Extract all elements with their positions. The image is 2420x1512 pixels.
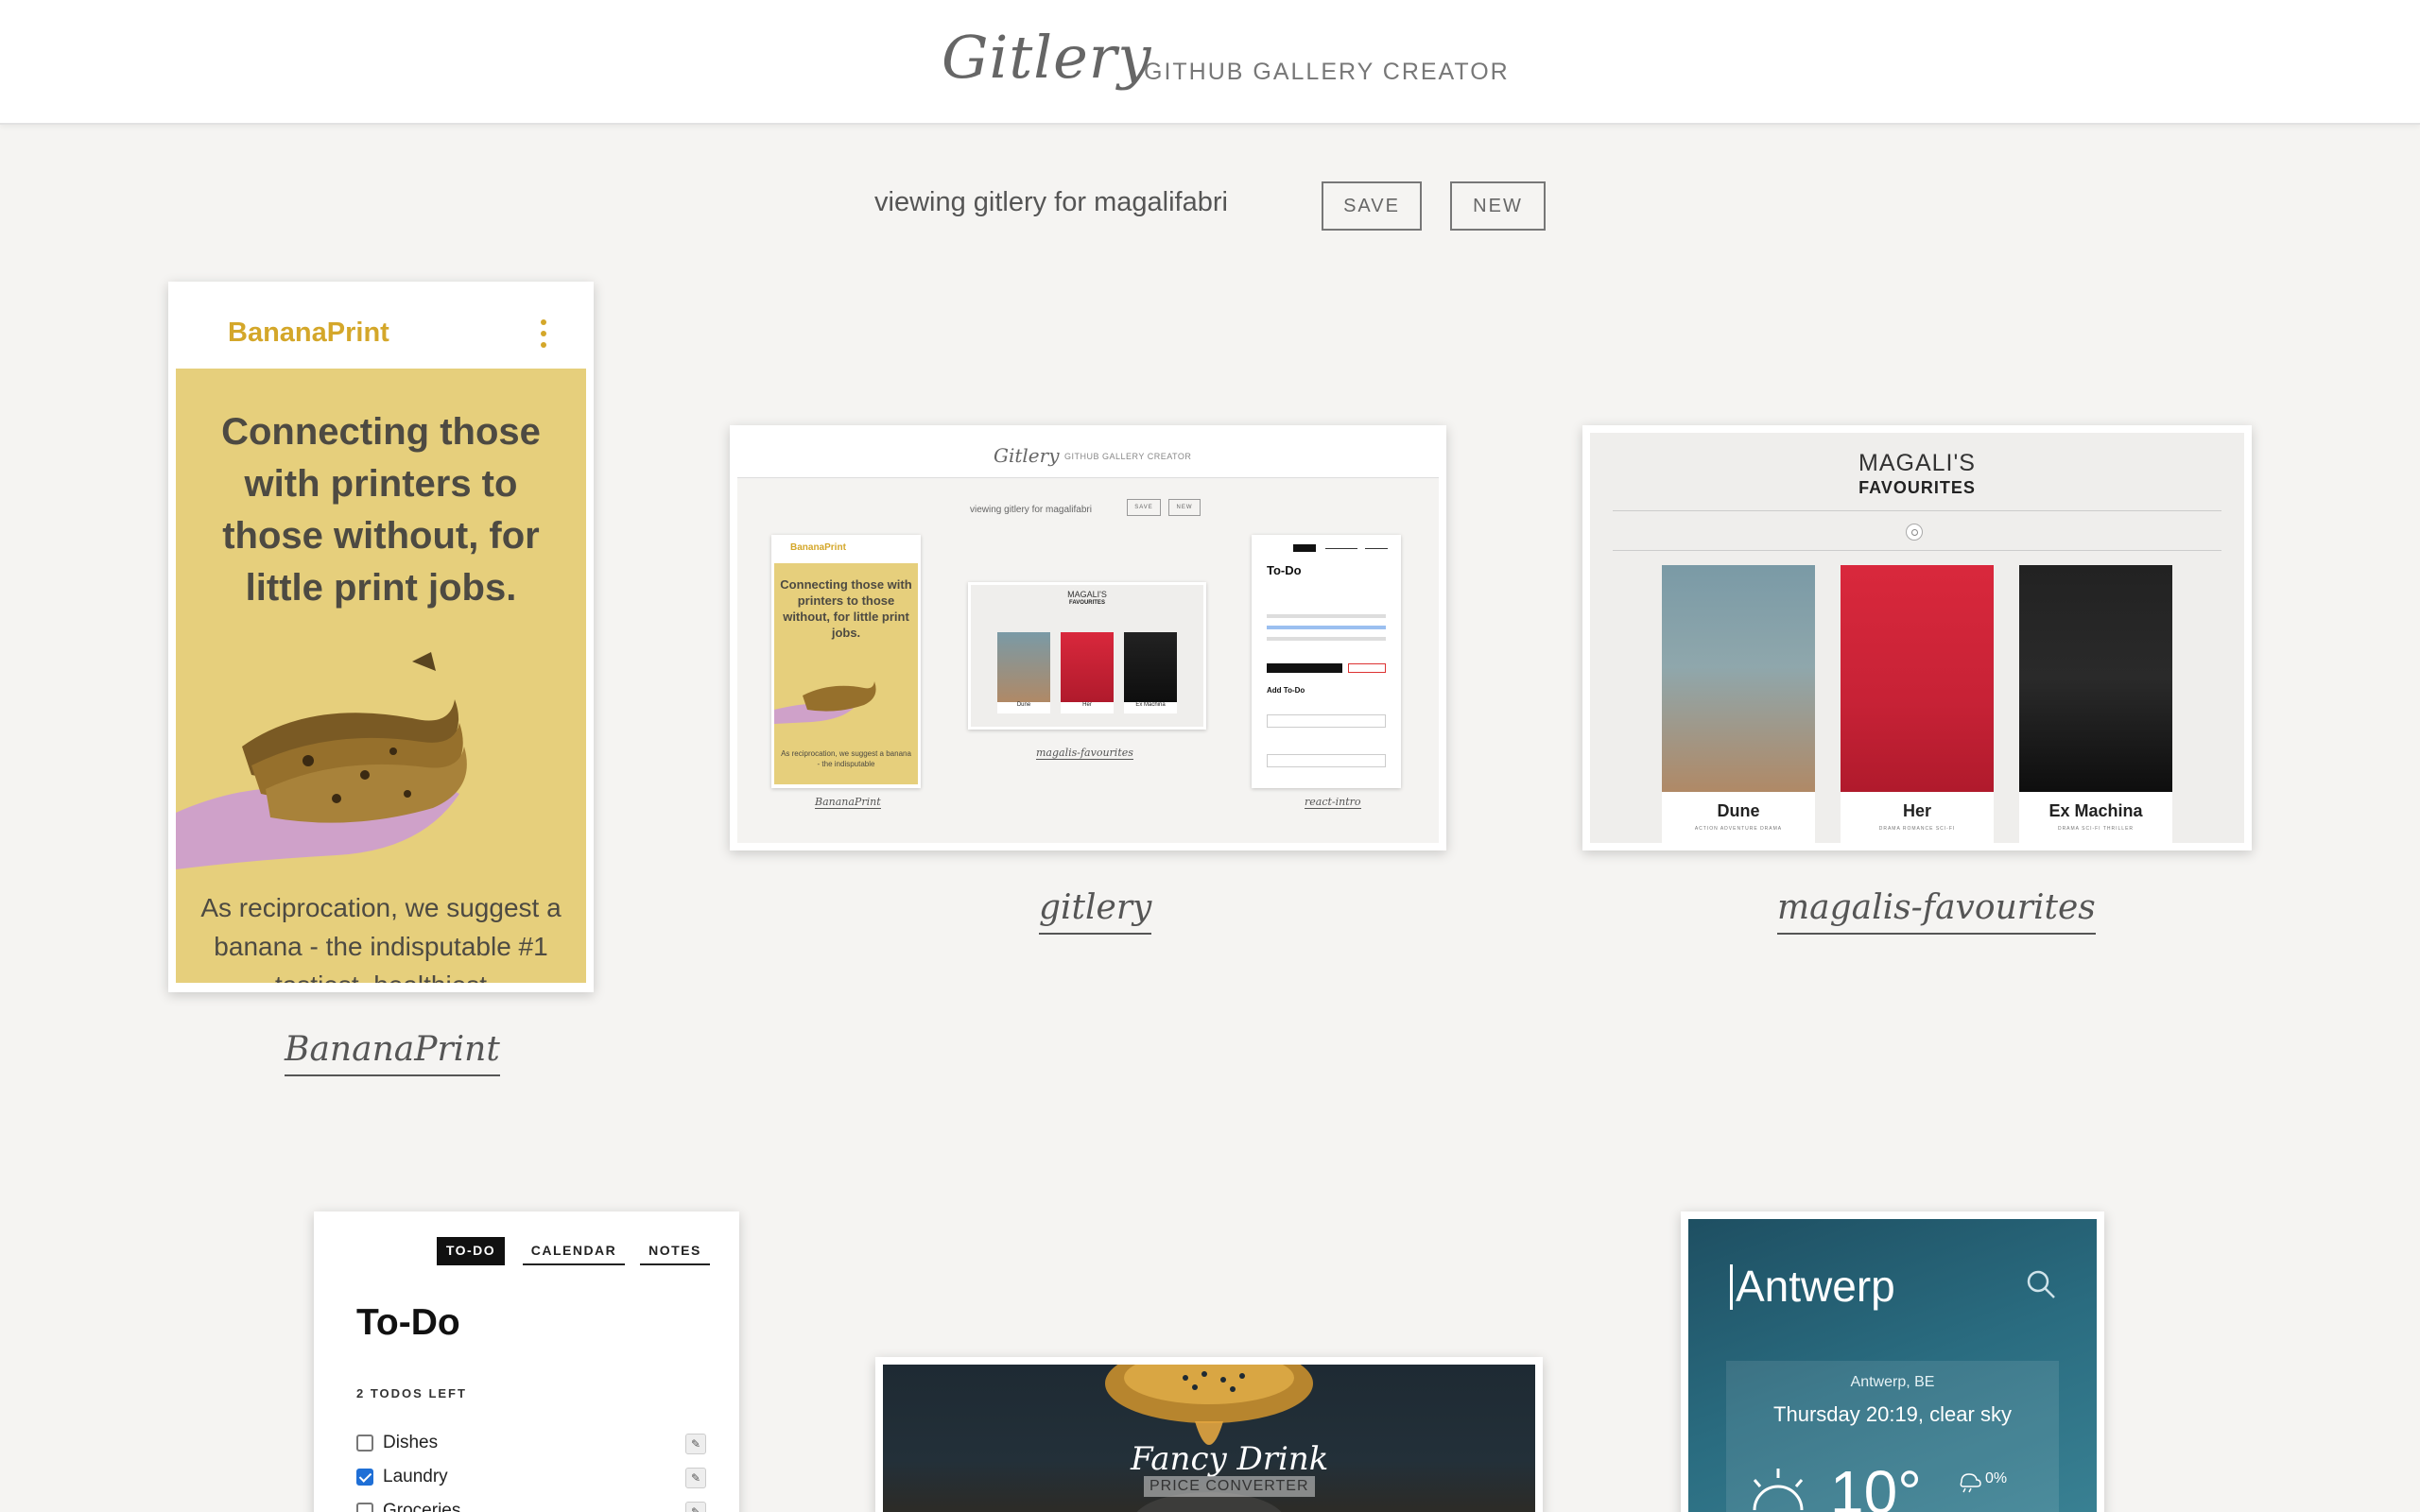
todo-item: Groceries ✎ xyxy=(356,1499,706,1512)
gallery-item-weather[interactable]: Antwerp Antwerp, BE Thursday 20:19, clea… xyxy=(1681,1211,2104,1512)
banana-hand-image xyxy=(176,652,467,869)
gitlery-mini-tagline: GITHUB GALLERY CREATOR xyxy=(1064,452,1192,461)
film-card-ex-machina: Ex Machina DRAMA SCI-FI THRILLER xyxy=(2019,565,2172,843)
gitlery-mini-caption-react-intro: react-intro xyxy=(1305,796,1361,809)
weather-panel: Antwerp, BE Thursday 20:19, clear sky 10… xyxy=(1726,1361,2059,1512)
fancy-drink-preview: Fancy Drink PRICE CONVERTER xyxy=(883,1365,1535,1512)
pencil-icon: ✎ xyxy=(685,1434,706,1454)
film-genres: DRAMA ROMANCE SCI-FI xyxy=(1878,826,1956,832)
bananaprint-body-text: As reciprocation, we suggest a banana - … xyxy=(200,893,562,983)
gitlery-mini-film: Dune xyxy=(1016,702,1031,708)
todo-checkbox xyxy=(356,1435,373,1452)
gitlery-mini-film: Her xyxy=(1082,702,1092,708)
new-button[interactable]: NEW xyxy=(1450,181,1546,231)
todo-item: Laundry ✎ xyxy=(356,1465,706,1493)
gitlery-mini-caption-bananaprint: BananaPrint xyxy=(815,796,881,809)
weather-temperature: 10° xyxy=(1830,1458,1922,1512)
pencil-icon: ✎ xyxy=(685,1468,706,1488)
todo-item-label: Groceries xyxy=(383,1501,461,1512)
gitlery-mini-bp-headline: Connecting those with printers to those … xyxy=(780,577,912,640)
gitlery-mini-bp-hero: Connecting those with printers to those … xyxy=(774,563,918,784)
favourites-preview: MAGALI'S FAVOURITES Dune ACTION ADVENTUR… xyxy=(1590,433,2244,843)
gallery-item-magalis-favourites[interactable]: MAGALI'S FAVOURITES Dune ACTION ADVENTUR… xyxy=(1582,425,2252,850)
gitlery-mini-mf-title1: MAGALI'S xyxy=(1067,590,1107,599)
search-icon xyxy=(1906,524,1923,541)
text-cursor xyxy=(1730,1264,1733,1310)
kebab-menu-icon xyxy=(541,319,546,348)
caption-gitlery[interactable]: gitlery xyxy=(1039,888,1152,935)
todo-item-label: Laundry xyxy=(383,1467,448,1486)
todo-count: 2 TODOS LEFT xyxy=(356,1386,467,1400)
gitlery-mini-save: SAVE xyxy=(1127,499,1161,516)
film-poster-ex-machina xyxy=(2019,565,2172,792)
film-poster-dune xyxy=(1662,565,1815,792)
film-title: Ex Machina xyxy=(2048,801,2143,820)
gallery-item-react-intro[interactable]: TO-DO CALENDAR NOTES To-Do 2 TODOS LEFT … xyxy=(314,1211,739,1512)
todo-title: To-Do xyxy=(356,1302,460,1343)
favourites-title: MAGALI'S xyxy=(1858,450,1976,476)
viewing-label: viewing gitlery for magalifabri xyxy=(874,187,1228,217)
gitlery-mini-new: NEW xyxy=(1168,499,1201,516)
gallery-item-gitlery[interactable]: Gitlery GITHUB GALLERY CREATOR viewing g… xyxy=(730,425,1446,850)
tab-notes: NOTES xyxy=(640,1237,710,1265)
gitlery-mini-todo: To-Do Add To-Do xyxy=(1252,535,1401,788)
film-title: Her xyxy=(1902,801,1931,820)
gallery-item-fancy-drink[interactable]: Fancy Drink PRICE CONVERTER xyxy=(875,1357,1543,1512)
save-button[interactable]: SAVE xyxy=(1322,181,1422,231)
divider xyxy=(1613,550,2221,551)
weather-city: Antwerp xyxy=(1736,1262,1895,1311)
film-poster-her xyxy=(1841,565,1994,792)
gitlery-mini-film: Ex Machina xyxy=(1135,702,1166,708)
app-header: Gitlery GITHUB GALLERY CREATOR xyxy=(0,0,2420,125)
caption-bananaprint[interactable]: BananaPrint xyxy=(285,1030,500,1076)
gallery-item-bananaprint[interactable]: BananaPrint Connecting those with printe… xyxy=(168,282,594,992)
divider xyxy=(1613,510,2221,511)
gitlery-mini-bp-name: BananaPrint xyxy=(790,542,846,553)
weather-preview: Antwerp Antwerp, BE Thursday 20:19, clea… xyxy=(1688,1219,2097,1512)
gitlery-mini-bp-body: As reciprocation, we suggest a banana - … xyxy=(781,749,911,768)
gitlery-mini-header: Gitlery GITHUB GALLERY CREATOR xyxy=(737,433,1439,478)
gitlery-mini-brand: Gitlery xyxy=(994,444,1060,467)
bananaprint-hero: Connecting those with printers to those … xyxy=(176,369,586,983)
gitlery-mini-caption-favourites: magalis-favourites xyxy=(1036,747,1133,760)
weather-location: Antwerp, BE xyxy=(1850,1374,1935,1390)
gitlery-preview: Gitlery GITHUB GALLERY CREATOR viewing g… xyxy=(737,433,1439,843)
bananaprint-headline: Connecting those with printers to those … xyxy=(221,411,541,609)
weather-precipitation: 0% xyxy=(1985,1470,2008,1486)
film-card-her: Her DRAMA ROMANCE SCI-FI xyxy=(1841,565,1994,843)
bananaprint-logo: BananaPrint xyxy=(228,318,389,348)
todo-checkbox xyxy=(356,1469,373,1486)
gitlery-mini-todo-title: To-Do xyxy=(1267,563,1302,577)
todo-checkbox xyxy=(356,1503,373,1512)
weather-description: Thursday 20:19, clear sky xyxy=(1773,1402,2012,1426)
film-title: Dune xyxy=(1717,801,1760,820)
gitlery-mini-favourites: MAGALI'S FAVOURITES Dune Her Ex Machina xyxy=(968,582,1206,730)
fancy-drink-title: Fancy Drink xyxy=(1131,1440,1329,1478)
film-genres: DRAMA SCI-FI THRILLER xyxy=(2057,826,2135,832)
favourites-subtitle: FAVOURITES xyxy=(1858,478,1976,497)
todo-item-label: Dishes xyxy=(383,1433,439,1452)
banana-hand-image xyxy=(774,681,876,724)
tab-todo: TO-DO xyxy=(437,1237,505,1265)
search-icon xyxy=(2027,1270,2055,1298)
film-genres: ACTION ADVENTURE DRAMA xyxy=(1694,826,1783,832)
sun-icon xyxy=(1753,1469,1804,1510)
pencil-icon: ✎ xyxy=(685,1502,706,1512)
todo-item: Dishes ✎ xyxy=(356,1431,706,1459)
bananaprint-navbar: BananaPrint xyxy=(176,289,586,367)
caption-magalis-favourites[interactable]: magalis-favourites xyxy=(1777,888,2096,935)
gitlery-mini-mf-title2: FAVOURITES xyxy=(1069,600,1105,606)
rain-cloud-icon xyxy=(1960,1473,1981,1493)
gitlery-mini-viewing: viewing gitlery for magalifabri xyxy=(970,505,1092,515)
film-card-dune: Dune ACTION ADVENTURE DRAMA xyxy=(1662,565,1815,843)
gitlery-mini-bananaprint: BananaPrint Connecting those with printe… xyxy=(771,535,921,788)
tab-calendar: CALENDAR xyxy=(523,1237,625,1265)
app-brand[interactable]: Gitlery xyxy=(942,23,1151,92)
gitlery-mini-todo-add: Add To-Do xyxy=(1267,686,1305,695)
fancy-drink-subtitle: PRICE CONVERTER xyxy=(1144,1476,1315,1497)
app-tagline: GITHUB GALLERY CREATOR xyxy=(1144,59,1510,85)
